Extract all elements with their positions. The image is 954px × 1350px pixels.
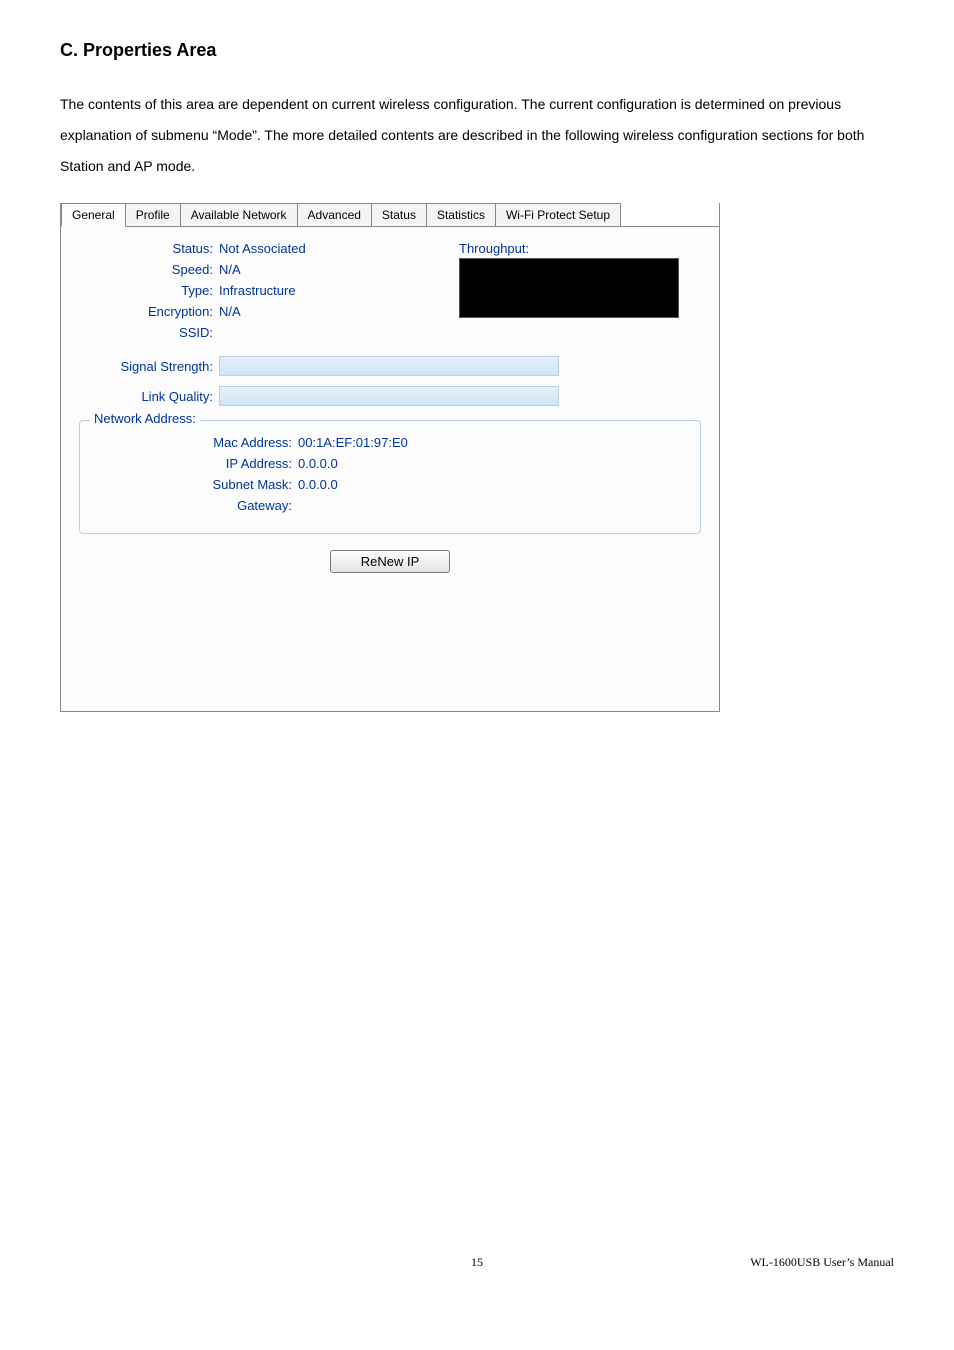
page-footer: 15 WL-1600USB User’s Manual [0, 1255, 954, 1270]
tab-advanced[interactable]: Advanced [297, 203, 372, 226]
speed-value: N/A [219, 262, 459, 277]
panel-body: Status: Not Associated Speed: N/A Type: … [61, 227, 719, 711]
manual-title: WL-1600USB User’s Manual [616, 1255, 894, 1270]
ip-address-value: 0.0.0.0 [298, 456, 682, 471]
type-value: Infrastructure [219, 283, 459, 298]
tab-status[interactable]: Status [371, 203, 427, 226]
mac-address-value: 00:1A:EF:01:97:E0 [298, 435, 682, 450]
network-address-group: Network Address: Mac Address: 00:1A:EF:0… [79, 420, 701, 534]
tab-available-network[interactable]: Available Network [180, 203, 298, 226]
ip-address-label: IP Address: [98, 456, 298, 471]
signal-strength-bar [219, 356, 559, 376]
tab-general[interactable]: General [61, 203, 126, 227]
ssid-value [219, 325, 459, 340]
network-address-legend: Network Address: [90, 411, 200, 426]
tab-strip: General Profile Available Network Advanc… [61, 203, 719, 227]
tab-profile[interactable]: Profile [125, 203, 181, 226]
gateway-value [298, 498, 682, 513]
renew-ip-button[interactable]: ReNew IP [330, 550, 450, 573]
encryption-label: Encryption: [79, 304, 219, 319]
mac-address-label: Mac Address: [98, 435, 298, 450]
status-label: Status: [79, 241, 219, 256]
tab-statistics[interactable]: Statistics [426, 203, 496, 226]
throughput-label: Throughput: [459, 241, 701, 256]
encryption-value: N/A [219, 304, 459, 319]
subnet-mask-label: Subnet Mask: [98, 477, 298, 492]
link-quality-label: Link Quality: [79, 389, 219, 404]
subnet-mask-value: 0.0.0.0 [298, 477, 682, 492]
status-value: Not Associated [219, 241, 459, 256]
speed-label: Speed: [79, 262, 219, 277]
link-quality-bar [219, 386, 559, 406]
page-number: 15 [338, 1255, 616, 1270]
signal-strength-label: Signal Strength: [79, 359, 219, 374]
section-heading: C. Properties Area [60, 40, 894, 61]
throughput-graph [459, 258, 679, 318]
properties-panel: General Profile Available Network Advanc… [60, 203, 720, 712]
gateway-label: Gateway: [98, 498, 298, 513]
type-label: Type: [79, 283, 219, 298]
tab-wifi-protect-setup[interactable]: Wi-Fi Protect Setup [495, 203, 621, 226]
ssid-label: SSID: [79, 325, 219, 340]
section-paragraph: The contents of this area are dependent … [60, 89, 894, 181]
